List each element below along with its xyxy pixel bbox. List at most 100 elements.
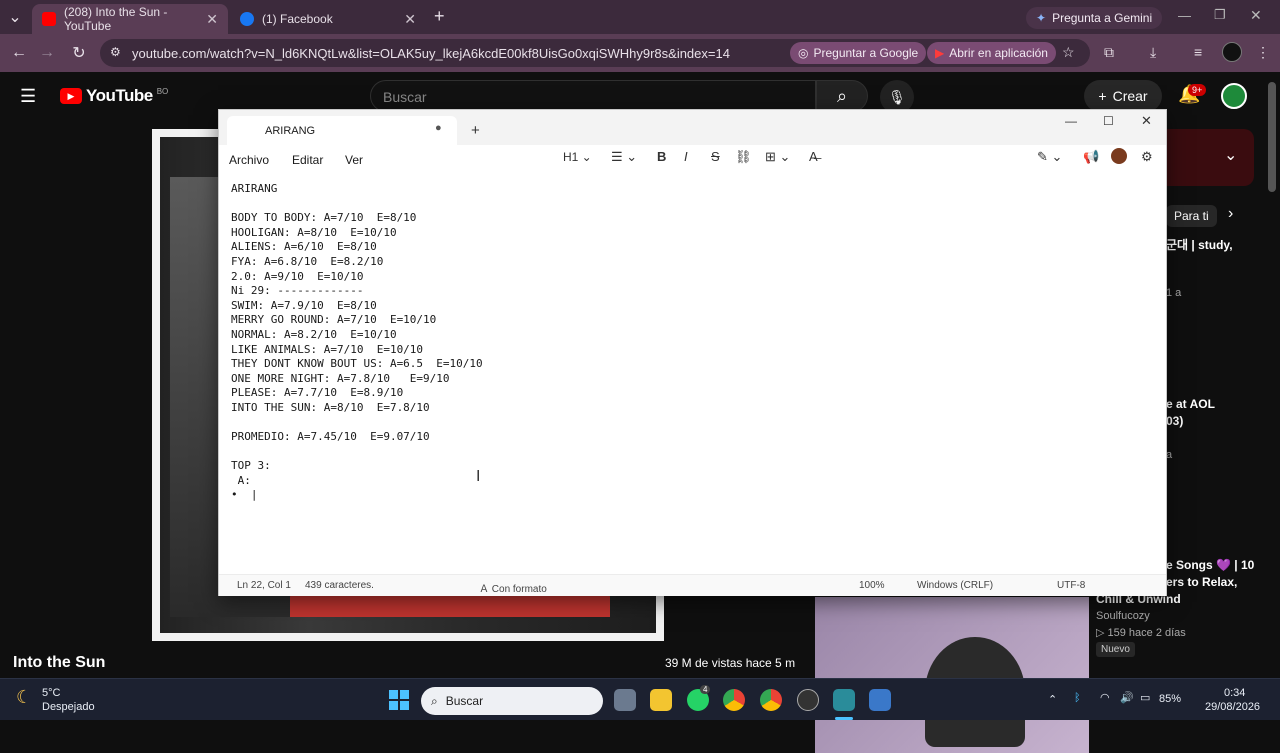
announcement-icon[interactable]: 📢 bbox=[1083, 149, 1099, 165]
tab-youtube[interactable]: (208) Into the Sun - YouTube ✕ bbox=[32, 4, 228, 34]
maximize-button[interactable]: ☐ bbox=[1103, 114, 1114, 128]
app-icon[interactable] bbox=[797, 689, 819, 711]
tab-label: (208) Into the Sun - YouTube bbox=[64, 5, 168, 33]
wifi-icon[interactable]: ◠ bbox=[1100, 691, 1110, 704]
download-icon[interactable]: ⤓ bbox=[1150, 44, 1156, 61]
ask-google-button[interactable]: ◎ Preguntar a Google bbox=[790, 42, 927, 64]
back-button[interactable]: ← bbox=[8, 42, 30, 64]
notepad-menubar: Archivo Editar Ver H1 ⌄ ☰ ⌄ B I S ⛓ ⊞ ⌄ … bbox=[219, 145, 1166, 171]
chrome-profile-icon[interactable] bbox=[760, 689, 782, 711]
gemini-label: Pregunta a Gemini bbox=[1052, 11, 1153, 25]
extensions-icon[interactable]: ⧉ bbox=[1104, 44, 1114, 61]
notepad-statusbar: Ln 22, Col 1 439 caracteres. Ａ Con forma… bbox=[219, 574, 1166, 596]
rec-title-3[interactable]: e Songs 💜 | 10 bbox=[1166, 558, 1254, 572]
weather-temp[interactable]: 5°C bbox=[42, 687, 60, 699]
forward-button[interactable]: → bbox=[36, 42, 58, 64]
open-app-button[interactable]: ▶ Abrir en aplicación bbox=[927, 42, 1056, 64]
chevron-down-icon[interactable]: ⌄ bbox=[1224, 145, 1237, 165]
task-view-icon[interactable] bbox=[614, 689, 636, 711]
heading-label: H1 bbox=[563, 150, 579, 164]
account-avatar[interactable] bbox=[1221, 83, 1247, 109]
account-avatar[interactable] bbox=[1111, 148, 1127, 164]
italic-icon[interactable]: I bbox=[684, 149, 688, 164]
close-icon[interactable]: ✕ bbox=[206, 11, 218, 28]
facebook-icon bbox=[240, 12, 254, 26]
rec-thumbnail-3[interactable] bbox=[815, 597, 1089, 753]
windows-taskbar: ☾ 5°C Despejado ⌕ Buscar 4 ⌃ ᛒ ◠ 🔊 ▭ 85% … bbox=[0, 678, 1280, 720]
chrome-icon[interactable] bbox=[723, 689, 745, 711]
rec-title-2[interactable]: e at AOL bbox=[1166, 397, 1215, 411]
profile-avatar[interactable] bbox=[1222, 42, 1242, 62]
tray-chevron-icon[interactable]: ⌃ bbox=[1048, 693, 1057, 706]
new-tab-button[interactable]: + bbox=[434, 6, 445, 27]
windows-start-icon[interactable] bbox=[389, 690, 409, 710]
star-icon[interactable]: ☆ bbox=[1062, 44, 1075, 61]
link-icon[interactable]: ⛓ bbox=[735, 149, 752, 165]
format-icon: Ａ bbox=[479, 584, 492, 595]
open-app-label: Abrir en aplicación bbox=[949, 46, 1048, 60]
rec-channel-3[interactable]: Soulfucozy bbox=[1096, 610, 1150, 622]
minimize-button[interactable]: — bbox=[1178, 8, 1191, 23]
heading-dropdown[interactable]: H1 ⌄ bbox=[563, 150, 592, 164]
clock-date[interactable]: 29/08/2026 bbox=[1205, 701, 1260, 713]
format-mode[interactable]: Ａ Con formato bbox=[479, 580, 547, 595]
browser-toolbar: ← → ↻ ⚙ youtube.com/watch?v=N_ld6KNQtLw&… bbox=[0, 34, 1280, 72]
clock-time[interactable]: 0:34 bbox=[1224, 687, 1245, 699]
file-explorer-icon[interactable] bbox=[650, 689, 672, 711]
whatsapp-badge: 4 bbox=[700, 685, 711, 694]
close-icon[interactable]: ✕ bbox=[404, 11, 416, 28]
notepad-text-area[interactable]: ARIRANG BODY TO BODY: A=7/10 E=8/10 HOOL… bbox=[231, 182, 1131, 503]
gemini-button[interactable]: ✦ Pregunta a Gemini bbox=[1026, 7, 1163, 29]
clear-format-icon[interactable]: A̶ bbox=[809, 149, 818, 164]
bold-icon[interactable]: B bbox=[657, 149, 666, 164]
site-info-icon[interactable]: ⚙ bbox=[110, 45, 121, 59]
close-button[interactable]: ✕ bbox=[1141, 113, 1152, 129]
menu-editar[interactable]: Editar bbox=[292, 153, 323, 167]
notepad-tab-title: ARIRANG bbox=[265, 125, 316, 137]
chevron-right-icon[interactable]: › bbox=[1228, 205, 1233, 223]
zoom-level[interactable]: 100% bbox=[859, 580, 885, 591]
copilot-icon[interactable]: ✎ ⌄ bbox=[1037, 149, 1062, 165]
address-bar[interactable]: ⚙ youtube.com/watch?v=N_ld6KNQtLw&list=O… bbox=[100, 39, 1090, 67]
strikethrough-icon[interactable]: S bbox=[711, 149, 720, 164]
table-icon[interactable]: ⊞ ⌄ bbox=[765, 149, 790, 165]
notepad-tab[interactable]: ARIRANG ● bbox=[227, 116, 457, 146]
menu-archivo[interactable]: Archivo bbox=[229, 153, 269, 167]
character-count: 439 caracteres. bbox=[305, 580, 374, 591]
unsaved-dot-icon[interactable]: ● bbox=[435, 122, 442, 134]
volume-icon[interactable]: 🔊 bbox=[1120, 691, 1134, 704]
new-tab-button[interactable]: + bbox=[471, 122, 480, 139]
media-icon[interactable]: ≡ bbox=[1194, 44, 1202, 60]
video-meta: 39 M de vistas hace 5 m bbox=[665, 656, 796, 670]
search-input[interactable]: Buscar bbox=[370, 80, 816, 112]
rec-title-2b: 03) bbox=[1166, 414, 1184, 428]
tab-facebook[interactable]: (1) Facebook ✕ bbox=[230, 4, 426, 34]
minimize-button[interactable]: — bbox=[1065, 114, 1077, 128]
page-scrollbar[interactable] bbox=[1268, 82, 1276, 192]
tab-search-icon[interactable]: ⌄ bbox=[4, 6, 26, 28]
playlist-header[interactable]: ⌄ bbox=[1160, 129, 1254, 186]
taskbar-search[interactable]: ⌕ Buscar bbox=[421, 687, 603, 715]
close-window-button[interactable]: ✕ bbox=[1250, 7, 1262, 24]
menu-ver[interactable]: Ver bbox=[345, 153, 363, 167]
bluetooth-icon[interactable]: ᛒ bbox=[1074, 692, 1081, 704]
hamburger-icon[interactable]: ☰ bbox=[20, 86, 36, 107]
battery-icon[interactable]: ▭ bbox=[1140, 691, 1150, 704]
list-icon[interactable]: ☰ ⌄ bbox=[611, 149, 637, 165]
rec-meta-1: 1 a bbox=[1166, 287, 1182, 299]
weather-desc: Despejado bbox=[42, 701, 95, 713]
line-ending[interactable]: Windows (CRLF) bbox=[917, 580, 993, 591]
youtube-small-icon: ▶ bbox=[935, 46, 945, 60]
search-icon[interactable]: ⌕ bbox=[816, 80, 868, 112]
settings-gear-icon[interactable]: ⚙ bbox=[1141, 149, 1153, 165]
menu-icon[interactable]: ⋮ bbox=[1256, 44, 1270, 61]
notepad-taskbar-icon[interactable] bbox=[833, 689, 855, 711]
reload-button[interactable]: ↻ bbox=[68, 42, 90, 64]
create-button[interactable]: + Crear bbox=[1084, 80, 1162, 112]
restore-button[interactable]: ❐ bbox=[1214, 7, 1226, 23]
calculator-icon[interactable] bbox=[869, 689, 891, 711]
youtube-logo[interactable]: ▶ YouTube BO bbox=[60, 86, 168, 106]
encoding[interactable]: UTF-8 bbox=[1057, 580, 1085, 591]
chip-para-ti[interactable]: Para ti bbox=[1166, 205, 1217, 227]
rec-title-1[interactable]: 군대 | study, bbox=[1166, 236, 1233, 253]
